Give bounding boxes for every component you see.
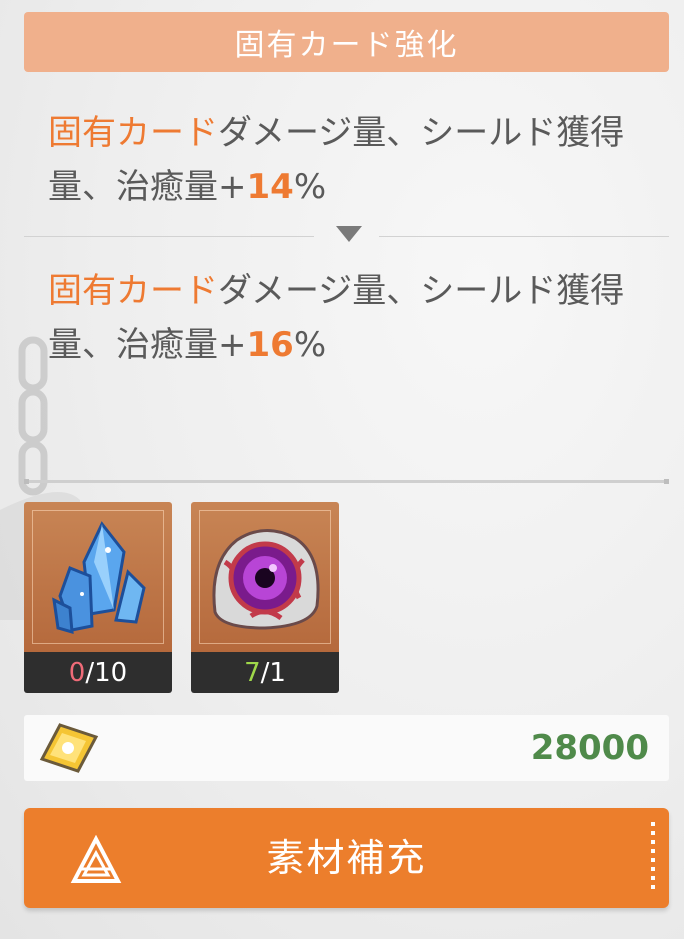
arrow-down-icon: [336, 226, 362, 242]
material-count: 7/1: [191, 652, 339, 693]
panel-header: 固有カード強化: [24, 12, 669, 72]
effect-after: 固有カードダメージ量、シールド獲得量、治癒量+16%: [48, 264, 658, 372]
effect-before-highlight: 固有カード: [48, 113, 218, 153]
effect-before: 固有カードダメージ量、シールド獲得量、治癒量+14%: [48, 106, 658, 214]
effect-after-value: 16: [246, 325, 294, 365]
effect-after-unit: %: [293, 325, 327, 365]
blue-crystal-icon: [52, 521, 146, 635]
replenish-materials-label: 素材補充: [266, 836, 427, 880]
material-have: 0: [68, 657, 86, 688]
cost-row: 28000: [24, 715, 669, 781]
purple-eye-orb-icon: [212, 528, 320, 630]
material-have: 7: [244, 657, 261, 688]
material-slot-eye-orb[interactable]: 7/1: [191, 502, 339, 693]
material-need: /10: [85, 657, 128, 688]
header-title: 固有カード強化: [234, 28, 459, 63]
material-need: /1: [260, 657, 286, 688]
effect-before-unit: %: [293, 167, 327, 207]
cost-amount: 28000: [530, 728, 649, 768]
material-count: 0/10: [24, 652, 172, 693]
section-separator: [24, 479, 669, 484]
dotted-edge-decoration: [651, 822, 655, 894]
material-slot-crystal[interactable]: 0/10: [24, 502, 172, 693]
effect-after-highlight: 固有カード: [48, 271, 218, 311]
replenish-materials-button[interactable]: 素材補充: [24, 808, 669, 908]
gold-gem-icon: [39, 723, 99, 773]
effect-before-value: 14: [246, 167, 294, 207]
